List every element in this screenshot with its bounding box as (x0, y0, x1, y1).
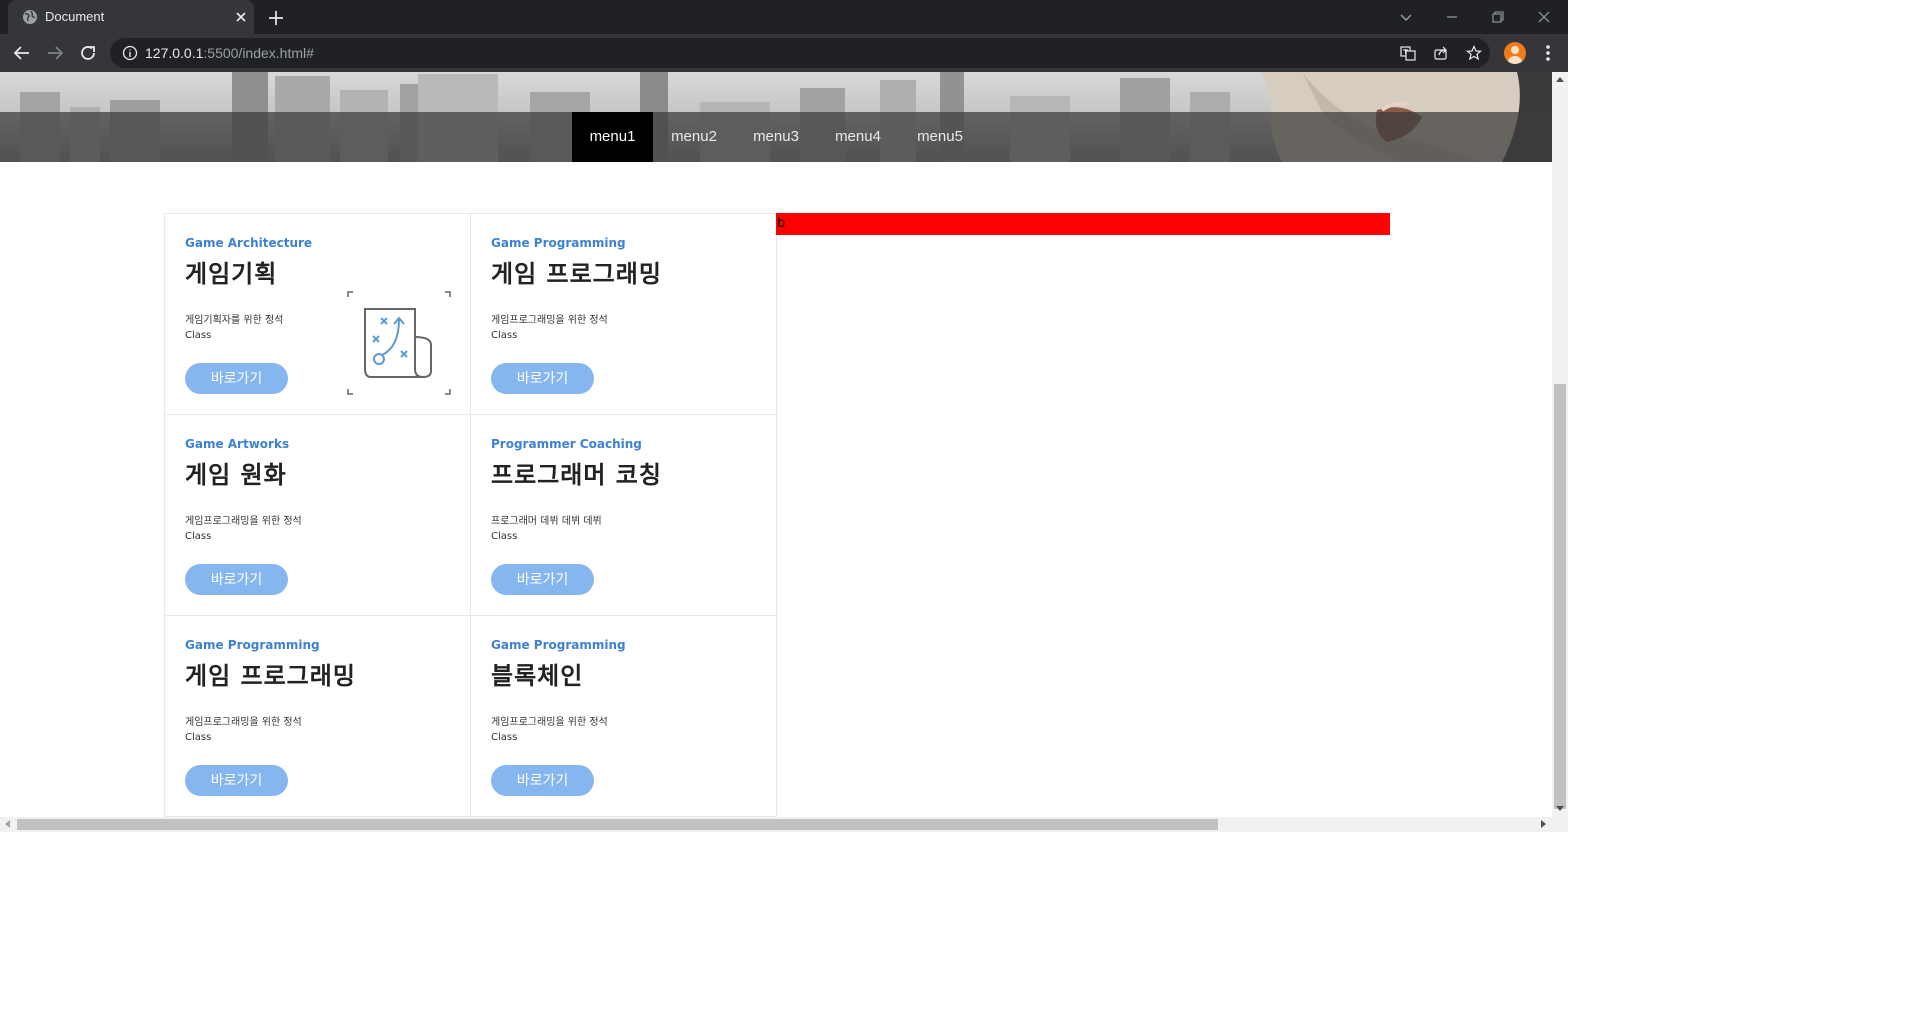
person-icon (1508, 46, 1522, 64)
card-tag: Class (491, 531, 518, 542)
go-button[interactable]: 바로가기 (491, 765, 594, 796)
translate-icon[interactable] (1400, 45, 1416, 61)
share-icon[interactable] (1433, 45, 1449, 61)
card-title: 게임기획 (185, 260, 278, 288)
scroll-left-icon[interactable] (5, 820, 10, 828)
browser-tab-strip: Document (0, 0, 1568, 34)
card-desc-text: 게임프로그래밍을 위한 정석 (491, 315, 608, 326)
card-tag: Class (185, 531, 212, 542)
address-bar[interactable]: 127.0.0.1:5500/index.html# (110, 38, 1490, 68)
nav-item-menu3[interactable]: menu3 (735, 112, 817, 162)
course-card: Game Architecture 게임기획 게임기획자를 위한 정석 Clas… (165, 214, 471, 415)
card-description: 프로그래머 데뷔 데뷔 데뷔 Class (491, 514, 602, 544)
card-subtitle: Game Artworks (185, 437, 290, 451)
scroll-up-icon[interactable] (1556, 77, 1564, 82)
minimize-icon[interactable] (1442, 7, 1462, 27)
info-icon[interactable] (122, 45, 138, 61)
horizontal-scroll-thumb[interactable] (17, 819, 1218, 830)
card-title: 블록체인 (491, 662, 584, 690)
profile-avatar[interactable] (1504, 42, 1526, 64)
go-button[interactable]: 바로가기 (185, 363, 288, 394)
card-tag: Class (185, 330, 212, 341)
go-button[interactable]: 바로가기 (491, 564, 594, 595)
new-tab-icon[interactable] (266, 8, 286, 28)
course-card: Game Programming 게임 프로그래밍 게임프로그래밍을 위한 정석… (165, 616, 471, 817)
main-nav: menu1 menu2 menu3 menu4 menu5 (0, 112, 1552, 162)
url-text: 127.0.0.1:5500/index.html# (145, 45, 314, 61)
card-desc-text: 게임프로그래밍을 위한 정석 (185, 516, 302, 527)
hero-banner: menu1 menu2 menu3 menu4 menu5 (0, 72, 1552, 162)
horizontal-scrollbar[interactable] (0, 817, 1568, 832)
go-button[interactable]: 바로가기 (185, 564, 288, 595)
forward-icon[interactable] (44, 42, 66, 64)
card-subtitle: Programmer Coaching (491, 437, 642, 451)
nav-item-menu2[interactable]: menu2 (653, 112, 735, 162)
scroll-right-icon[interactable] (1541, 820, 1546, 828)
course-card: Programmer Coaching 프로그래머 코칭 프로그래머 데뷔 데뷔… (471, 415, 777, 616)
strategy-map-icon (347, 291, 451, 395)
card-subtitle: Game Programming (185, 638, 320, 652)
page-viewport: menu1 menu2 menu3 menu4 menu5 Game Archi… (0, 72, 1552, 817)
course-card: Game Artworks 게임 원화 게임프로그래밍을 위한 정석 Class… (165, 415, 471, 616)
tab-search-icon[interactable] (1396, 7, 1416, 27)
card-title: 게임 프로그래밍 (491, 260, 662, 288)
restore-icon[interactable] (1488, 7, 1508, 27)
card-subtitle: Game Programming (491, 236, 626, 250)
scroll-down-icon[interactable] (1556, 806, 1564, 811)
card-description: 게임프로그래밍을 위한 정석 Class (491, 715, 608, 745)
course-card: Game Programming 게임 프로그래밍 게임프로그래밍을 위한 정석… (471, 214, 777, 415)
red-box: b (776, 213, 1390, 235)
reload-icon[interactable] (77, 42, 99, 64)
vertical-scroll-thumb[interactable] (1554, 384, 1566, 809)
card-title: 게임 프로그래밍 (185, 662, 356, 690)
card-description: 게임기획자를 위한 정석 Class (185, 313, 283, 343)
nav-item-menu4[interactable]: menu4 (817, 112, 899, 162)
card-subtitle: Game Programming (491, 638, 626, 652)
card-title: 프로그래머 코칭 (491, 461, 662, 489)
window-close-icon[interactable] (1534, 7, 1554, 27)
card-desc-text: 프로그래머 데뷔 데뷔 데뷔 (491, 516, 602, 527)
nav-item-menu1[interactable]: menu1 (572, 112, 653, 162)
card-title: 게임 원화 (185, 461, 287, 489)
card-description: 게임프로그래밍을 위한 정석 Class (491, 313, 608, 343)
tab-title: Document (45, 9, 105, 24)
more-options-icon[interactable] (1538, 42, 1558, 64)
globe-icon (23, 10, 37, 24)
back-icon[interactable] (11, 42, 33, 64)
card-subtitle: Game Architecture (185, 236, 313, 250)
card-description: 게임프로그래밍을 위한 정석 Class (185, 514, 302, 544)
bookmark-star-icon[interactable] (1466, 45, 1482, 61)
go-button[interactable]: 바로가기 (185, 765, 288, 796)
course-card: Game Programming 블록체인 게임프로그래밍을 위한 정석 Cla… (471, 616, 777, 817)
go-button[interactable]: 바로가기 (491, 363, 594, 394)
card-desc-text: 게임프로그래밍을 위한 정석 (185, 717, 302, 728)
card-description: 게임프로그래밍을 위한 정석 Class (185, 715, 302, 745)
course-grid: Game Architecture 게임기획 게임기획자를 위한 정석 Clas… (164, 213, 777, 817)
card-tag: Class (491, 732, 518, 743)
browser-toolbar: 127.0.0.1:5500/index.html# (0, 34, 1568, 72)
card-tag: Class (185, 732, 212, 743)
nav-item-menu5[interactable]: menu5 (899, 112, 981, 162)
card-desc-text: 게임프로그래밍을 위한 정석 (491, 717, 608, 728)
close-icon[interactable] (232, 8, 250, 26)
card-tag: Class (491, 330, 518, 341)
card-desc-text: 게임기획자를 위한 정석 (185, 315, 284, 326)
browser-tab[interactable]: Document (8, 0, 254, 34)
vertical-scrollbar[interactable] (1552, 72, 1568, 817)
